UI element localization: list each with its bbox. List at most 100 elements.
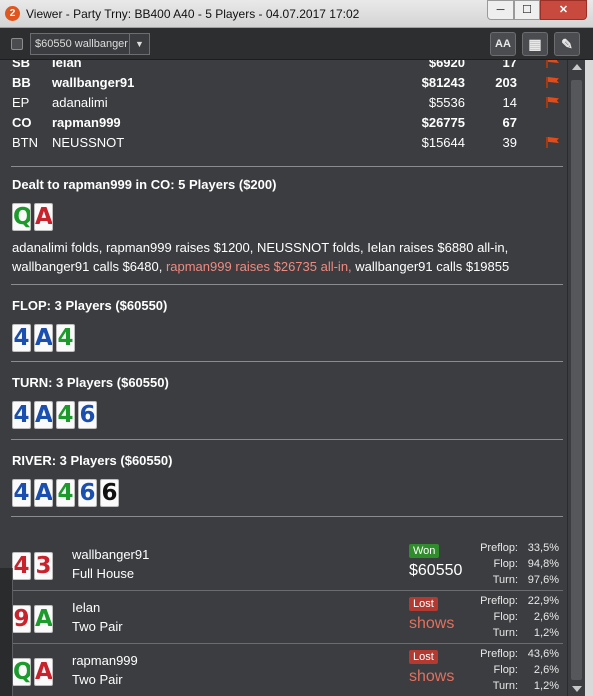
divider	[11, 361, 563, 362]
player-row[interactable]: SB Ielan $6920 17	[0, 60, 567, 73]
equity-label: Turn:	[492, 574, 518, 586]
player-name[interactable]: adanalimi	[52, 95, 108, 110]
equity-value: 97,6%	[527, 574, 559, 586]
result-badge: Lost	[409, 597, 438, 611]
showdown-player-name[interactable]: Ielan	[72, 600, 100, 615]
player-hands-count: 14	[502, 95, 517, 110]
showdown-hand-rank: Two Pair	[72, 672, 123, 687]
player-row[interactable]: EP adanalimi $5536 14	[0, 93, 567, 113]
equity-value: 2,6%	[533, 611, 559, 623]
divider	[11, 166, 563, 167]
equity-label: Flop:	[493, 664, 518, 676]
equity-value: 22,9%	[527, 595, 559, 607]
result-badge: Won	[409, 544, 440, 558]
showdown-hand-rank: Full House	[72, 566, 135, 581]
playing-card: 4	[56, 479, 75, 507]
window-edge	[585, 60, 593, 696]
flag-pole	[546, 137, 548, 148]
flag-icon[interactable]	[546, 60, 560, 68]
showdown-row: 9 A Ielan Two Pair Lost shows Preflop: 22,9% Flo…	[0, 595, 567, 647]
player-row[interactable]: BB wallbanger91 $81243 203	[0, 73, 567, 93]
equity-label: Preflop:	[480, 595, 518, 607]
turn-heading: TURN: 3 Players ($60550)	[12, 375, 169, 390]
toolbar: $60550 wallbanger ▼ AA ▦ ✎	[0, 28, 593, 60]
window-titlebar[interactable]: 2 Viewer - Party Trny: BB400 A40 - 5 Pla…	[0, 0, 593, 28]
hand-history-content: SB Ielan $6920 17 BB wallbanger91 $81243 203 EP a…	[0, 60, 567, 696]
player-stack: $5536	[428, 95, 465, 110]
player-row[interactable]: BTN NEUSSNOT $15644 39	[0, 133, 567, 153]
scroll-down-icon[interactable]	[572, 686, 582, 692]
result-badge: Lost	[409, 650, 438, 664]
equity-label: Preflop:	[480, 542, 518, 554]
equity-value: 1,2%	[533, 680, 559, 692]
edit-pencil-icon[interactable]: ✎	[554, 32, 580, 56]
playing-card: 9	[12, 605, 31, 633]
equity-value: 43,6%	[527, 648, 559, 660]
flag-icon[interactable]	[546, 97, 560, 108]
hand-selector-value: $60550 wallbanger	[35, 38, 128, 50]
flag-pole	[546, 97, 548, 108]
flag-pole	[546, 77, 548, 88]
showdown-player-name[interactable]: rapman999	[72, 653, 138, 668]
close-button[interactable]: ✕	[540, 0, 587, 20]
playing-card: 6	[78, 401, 97, 429]
divider	[11, 590, 563, 591]
player-position: CO	[12, 115, 32, 130]
player-row[interactable]: CO rapman999 $26775 67	[0, 113, 567, 133]
scroll-up-icon[interactable]	[572, 64, 582, 70]
equity-value: 94,8%	[527, 558, 559, 570]
player-name[interactable]: Ielan	[52, 60, 82, 70]
equity-label: Turn:	[492, 680, 518, 692]
flag-cloth	[548, 137, 559, 143]
flag-cloth	[548, 97, 559, 103]
hand-selector-dropdown[interactable]: $60550 wallbanger ▼	[30, 33, 150, 55]
playing-card: A	[34, 324, 53, 352]
grid-icon[interactable]: ▦	[522, 32, 548, 56]
playing-card: 4	[12, 401, 31, 429]
font-size-button[interactable]: AA	[490, 32, 516, 56]
hole-cards: QA	[12, 203, 56, 233]
player-hands-count: 17	[502, 60, 517, 70]
result-amount: shows	[409, 668, 455, 685]
playing-card: 4	[56, 401, 75, 429]
player-stack: $81243	[421, 75, 465, 90]
maximize-button[interactable]: ☐	[514, 0, 540, 20]
equity-label: Flop:	[493, 611, 518, 623]
vertical-scrollbar[interactable]	[567, 60, 585, 696]
player-name[interactable]: NEUSSNOT	[52, 135, 124, 150]
playing-card: 4	[12, 552, 31, 580]
result-amount: shows	[409, 615, 455, 632]
flag-cloth	[548, 60, 559, 63]
playing-card: A	[34, 401, 53, 429]
select-checkbox[interactable]	[11, 38, 23, 50]
background-window-edge	[0, 568, 13, 696]
showdown-cards: 43	[12, 552, 56, 580]
playing-card: 3	[34, 552, 53, 580]
playing-card: 4	[12, 479, 31, 507]
preflop-action-text: adanalimi folds, rapman999 raises $1200,…	[12, 238, 562, 276]
flop-cards: 4A4	[12, 324, 78, 354]
flag-icon[interactable]	[546, 137, 560, 148]
player-name[interactable]: wallbanger91	[52, 75, 134, 90]
window-title: Viewer - Party Trny: BB400 A40 - 5 Playe…	[26, 7, 360, 21]
divider	[11, 643, 563, 644]
showdown-cards: QA	[12, 658, 56, 686]
preflop-heading: Dealt to rapman999 in CO: 5 Players ($20…	[12, 177, 277, 192]
river-cards: 4A466	[12, 479, 122, 509]
player-hands-count: 67	[502, 115, 517, 130]
player-position: SB	[12, 60, 31, 70]
river-heading: RIVER: 3 Players ($60550)	[12, 453, 173, 468]
action-highlight: rapman999 raises $26735 all-in,	[165, 259, 352, 274]
showdown-row: 4 3 wallbanger91 Full House Won $60550 Preflop…	[0, 542, 567, 594]
flag-icon[interactable]	[546, 77, 560, 88]
showdown-player-name[interactable]: wallbanger91	[72, 547, 149, 562]
scrollbar-thumb[interactable]	[571, 80, 582, 680]
minimize-button[interactable]: ─	[487, 0, 514, 20]
result-amount: $60550	[409, 562, 463, 579]
divider	[11, 516, 563, 517]
playing-card: 4	[56, 324, 75, 352]
player-name[interactable]: rapman999	[52, 115, 121, 130]
player-position: BTN	[12, 135, 38, 150]
showdown-row: Q Arapman999 Two Pair Lost shows Preflop: 43,6…	[0, 648, 567, 696]
chevron-down-icon[interactable]: ▼	[129, 34, 149, 54]
